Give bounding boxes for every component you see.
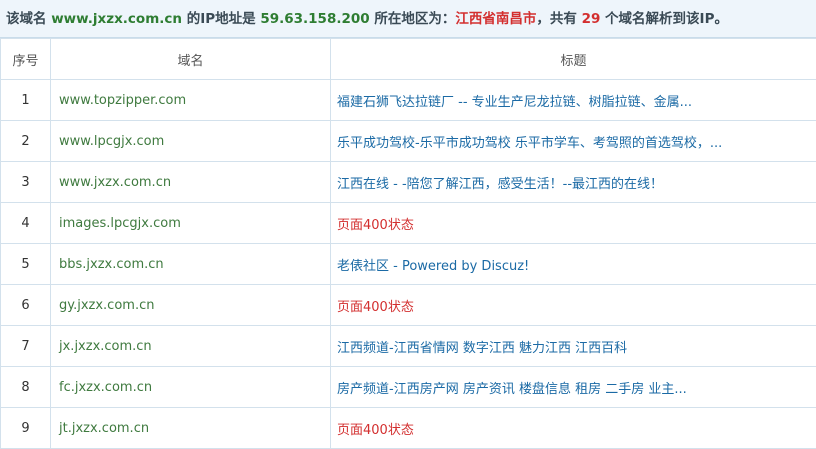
summary-prefix: 该域名 xyxy=(6,11,51,27)
row-title: 老俵社区 - Powered by Discuz! xyxy=(331,244,816,285)
row-index: 9 xyxy=(1,408,51,449)
row-domain-link[interactable]: bbs.jxzx.com.cn xyxy=(51,244,331,285)
row-domain-link[interactable]: jt.jxzx.com.cn xyxy=(51,408,331,449)
ip-summary-bar: 该域名 www.jxzx.com.cn 的IP地址是 59.63.158.200… xyxy=(0,0,816,38)
summary-ip: 59.63.158.200 xyxy=(260,11,369,27)
header-title: 标题 xyxy=(331,39,816,80)
table-row: 7 jx.jxzx.com.cn 江西频道-江西省情网 数字江西 魅力江西 江西… xyxy=(1,326,816,367)
summary-ip-label: 的IP地址是 xyxy=(182,11,260,27)
domain-table: 序号 域名 标题 1 www.topzipper.com 福建石狮飞达拉链厂 -… xyxy=(0,38,816,449)
row-index: 3 xyxy=(1,162,51,203)
row-domain-link[interactable]: www.lpcgjx.com xyxy=(51,121,331,162)
summary-region: 江西省南昌市 xyxy=(455,11,536,27)
row-index: 8 xyxy=(1,367,51,408)
row-title: 页面400状态 xyxy=(331,203,816,244)
row-title: 页面400状态 xyxy=(331,408,816,449)
summary-count-suffix: 个域名解析到该IP。 xyxy=(600,11,728,27)
table-row: 3 www.jxzx.com.cn 江西在线 - -陪您了解江西，感受生活！--… xyxy=(1,162,816,203)
table-row: 1 www.topzipper.com 福建石狮飞达拉链厂 -- 专业生产尼龙拉… xyxy=(1,80,816,121)
header-index: 序号 xyxy=(1,39,51,80)
summary-count: 29 xyxy=(582,11,601,27)
row-domain-link[interactable]: images.lpcgjx.com xyxy=(51,203,331,244)
row-title: 江西在线 - -陪您了解江西，感受生活！--最江西的在线！ xyxy=(331,162,816,203)
row-index: 5 xyxy=(1,244,51,285)
row-title: 江西频道-江西省情网 数字江西 魅力江西 江西百科 xyxy=(331,326,816,367)
table-header-row: 序号 域名 标题 xyxy=(1,39,816,80)
row-index: 4 xyxy=(1,203,51,244)
row-title: 乐平成功驾校-乐平市成功驾校 乐平市学车、考驾照的首选驾校，... xyxy=(331,121,816,162)
table-row: 4 images.lpcgjx.com 页面400状态 xyxy=(1,203,816,244)
row-index: 7 xyxy=(1,326,51,367)
table-row: 5 bbs.jxzx.com.cn 老俵社区 - Powered by Disc… xyxy=(1,244,816,285)
row-index: 6 xyxy=(1,285,51,326)
table-row: 6 gy.jxzx.com.cn 页面400状态 xyxy=(1,285,816,326)
summary-domain: www.jxzx.com.cn xyxy=(51,11,182,27)
table-row: 2 www.lpcgjx.com 乐平成功驾校-乐平市成功驾校 乐平市学车、考驾… xyxy=(1,121,816,162)
row-domain-link[interactable]: gy.jxzx.com.cn xyxy=(51,285,331,326)
row-domain-link[interactable]: www.topzipper.com xyxy=(51,80,331,121)
summary-count-prefix: ，共有 xyxy=(536,11,581,27)
row-domain-link[interactable]: jx.jxzx.com.cn xyxy=(51,326,331,367)
header-domain: 域名 xyxy=(51,39,331,80)
row-domain-link[interactable]: www.jxzx.com.cn xyxy=(51,162,331,203)
row-index: 1 xyxy=(1,80,51,121)
row-title: 房产频道-江西房产网 房产资讯 楼盘信息 租房 二手房 业主... xyxy=(331,367,816,408)
row-index: 2 xyxy=(1,121,51,162)
row-title: 福建石狮飞达拉链厂 -- 专业生产尼龙拉链、树脂拉链、金属... xyxy=(331,80,816,121)
summary-region-label: 所在地区为： xyxy=(370,11,456,27)
row-title: 页面400状态 xyxy=(331,285,816,326)
row-domain-link[interactable]: fc.jxzx.com.cn xyxy=(51,367,331,408)
table-row: 8 fc.jxzx.com.cn 房产频道-江西房产网 房产资讯 楼盘信息 租房… xyxy=(1,367,816,408)
table-row: 9 jt.jxzx.com.cn 页面400状态 xyxy=(1,408,816,449)
